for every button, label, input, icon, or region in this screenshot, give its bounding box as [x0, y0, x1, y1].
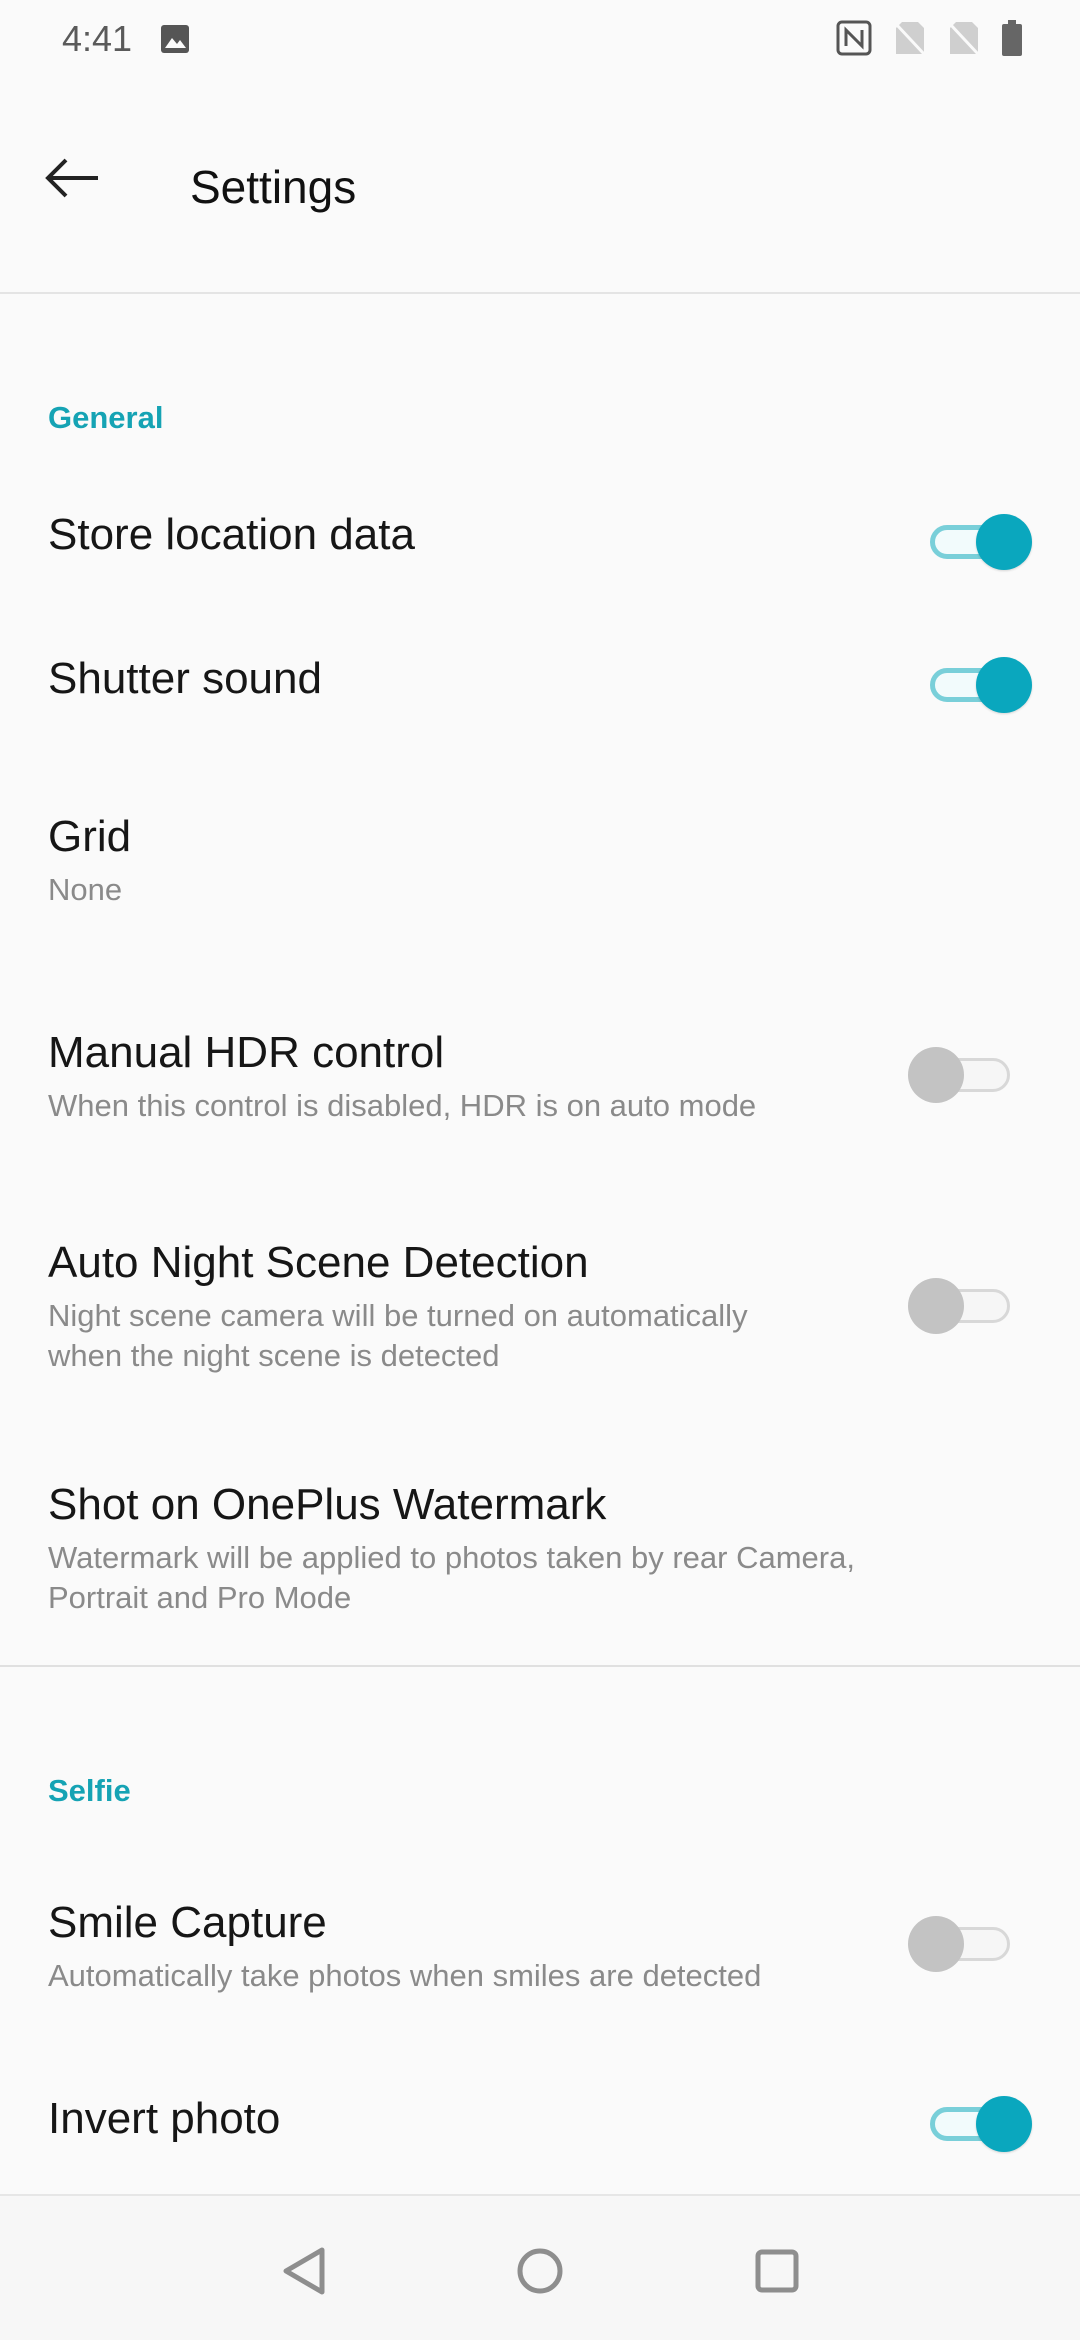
- setting-summary-line1: Watermark will be applied to photos take…: [48, 1540, 855, 1575]
- setting-store-location[interactable]: Store location data: [0, 490, 1080, 600]
- nav-back-triangle-icon: [283, 2247, 325, 2295]
- setting-summary-line1: Night scene camera will be turned on aut…: [48, 1298, 748, 1333]
- auto-night-toggle[interactable]: [908, 1275, 1018, 1335]
- setting-label: Shot on OnePlus Watermark: [48, 1480, 607, 1529]
- toggle-knob: [908, 1047, 964, 1103]
- setting-manual-hdr[interactable]: Manual HDR control When this control is …: [0, 1020, 1080, 1150]
- section-divider: [0, 1665, 1080, 1667]
- setting-auto-night[interactable]: Auto Night Scene Detection Night scene c…: [0, 1230, 1080, 1380]
- page-title: Settings: [190, 161, 357, 213]
- setting-label: Store location data: [48, 510, 415, 559]
- toggle-knob: [976, 657, 1032, 713]
- manual-hdr-toggle[interactable]: [908, 1044, 1018, 1104]
- setting-grid[interactable]: Grid None: [0, 800, 1080, 930]
- battery-icon: [1002, 20, 1022, 61]
- shutter-sound-toggle[interactable]: [922, 654, 1032, 714]
- sim-no-signal-icon: [894, 20, 926, 61]
- nav-home-circle-icon: [517, 2248, 563, 2294]
- setting-watermark[interactable]: Shot on OnePlus Watermark Watermark will…: [0, 1472, 1080, 1622]
- setting-summary: When this control is disabled, HDR is on…: [48, 1088, 757, 1123]
- sim-no-signal-icon: [948, 20, 980, 61]
- toggle-knob: [908, 1278, 964, 1334]
- status-icons-right: [836, 20, 1022, 61]
- setting-summary-line2: when the night scene is detected: [48, 1338, 500, 1373]
- setting-value: None: [48, 872, 123, 907]
- nav-recents-square-icon: [755, 2249, 799, 2293]
- setting-label: Invert photo: [48, 2094, 281, 2143]
- status-bar: 4:41: [0, 0, 1080, 80]
- section-header-general: General: [48, 400, 164, 435]
- setting-summary-line2: Portrait and Pro Mode: [48, 1580, 352, 1615]
- app-bar: Settings: [0, 80, 1080, 294]
- setting-shutter-sound[interactable]: Shutter sound: [0, 630, 1080, 740]
- toggle-knob: [976, 514, 1032, 570]
- section-header-selfie: Selfie: [48, 1773, 131, 1808]
- setting-label: Grid: [48, 812, 132, 861]
- camera-settings-screen: 4:41 Settings General Store location dat…: [0, 0, 1080, 2340]
- nav-recents-button[interactable]: [742, 2236, 812, 2306]
- setting-summary: Automatically take photos when smiles ar…: [48, 1958, 762, 1993]
- setting-label: Manual HDR control: [48, 1028, 445, 1077]
- nav-back-button[interactable]: [270, 2236, 340, 2306]
- invert-photo-toggle[interactable]: [922, 2093, 1032, 2153]
- setting-invert-photo[interactable]: Invert photo: [0, 2080, 1080, 2180]
- navigation-bar: [0, 2194, 1080, 2340]
- setting-label: Auto Night Scene Detection: [48, 1238, 589, 1287]
- store-location-toggle[interactable]: [922, 511, 1032, 571]
- status-time: 4:41: [62, 18, 133, 59]
- arrow-left-icon: [45, 158, 98, 198]
- setting-label: Smile Capture: [48, 1898, 327, 1947]
- toggle-knob: [908, 1916, 964, 1972]
- toggle-knob: [976, 2096, 1032, 2152]
- image-icon: [160, 24, 190, 59]
- setting-label: Shutter sound: [48, 654, 322, 703]
- nfc-icon: [836, 20, 872, 61]
- setting-smile-capture[interactable]: Smile Capture Automatically take photos …: [0, 1890, 1080, 2020]
- smile-capture-toggle[interactable]: [908, 1913, 1018, 1973]
- back-button[interactable]: [36, 146, 110, 210]
- nav-home-button[interactable]: [505, 2236, 575, 2306]
